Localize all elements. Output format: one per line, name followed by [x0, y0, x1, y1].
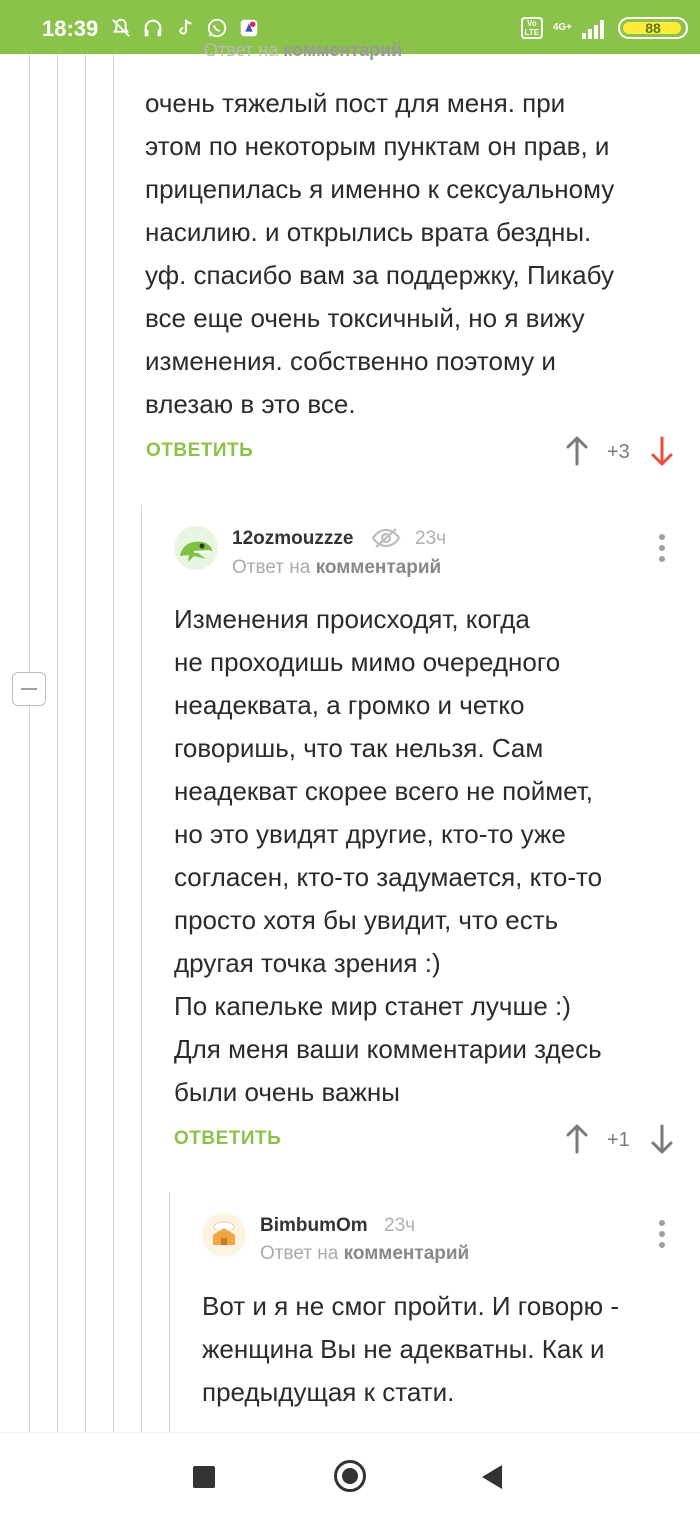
thread-line [85, 54, 86, 1432]
app-icon [240, 19, 258, 37]
reply-to-link[interactable]: комментарий [283, 40, 402, 60]
signal-icon [582, 20, 604, 39]
comment-text: Вот и я не смог пройти. И говорю - женщи… [202, 1291, 620, 1407]
whatsapp-icon [207, 18, 227, 38]
battery-level: 88 [645, 20, 661, 36]
reply-to-label: Ответ на комментарий [204, 40, 403, 60]
more-options-icon[interactable] [658, 1220, 666, 1252]
back-button[interactable] [482, 1465, 502, 1489]
reply-button[interactable]: ОТВЕТИТЬ [174, 1128, 281, 1150]
comment-time: 23ч [384, 1215, 416, 1236]
reply-to-link[interactable]: комментарий [344, 1243, 470, 1264]
comment-text: очень тяжелый пост для меня. при этом по… [145, 88, 615, 419]
volte-icon: Vo LTE [520, 17, 543, 39]
comment-rating: +3 [607, 441, 630, 463]
mute-bell-icon [112, 18, 130, 37]
thread-line [141, 505, 142, 1432]
avatar[interactable] [174, 526, 218, 570]
dinosaur-avatar-icon [174, 526, 218, 570]
clock: 18:39 [42, 16, 99, 41]
comment-time: 23ч [415, 528, 447, 549]
comment-text: Изменения происходят, когда не проходишь… [174, 604, 603, 1107]
hidden-eye-icon [371, 528, 401, 548]
notification-icons [110, 16, 260, 40]
reply-to-link[interactable]: комментарий [316, 557, 442, 578]
headphones-icon [144, 19, 162, 37]
reply-to-label: Ответ на комментарий [232, 557, 442, 578]
network-type: 4G+ [552, 22, 572, 33]
downvote-arrow-icon[interactable] [650, 1124, 674, 1154]
downvote-arrow-icon[interactable] [650, 436, 674, 466]
reply-to-label: Ответ на комментарий [260, 1243, 470, 1264]
more-options-icon[interactable] [658, 534, 666, 566]
upvote-arrow-icon[interactable] [565, 436, 589, 466]
avatar[interactable] [202, 1213, 246, 1257]
reply-button[interactable]: ОТВЕТИТЬ [146, 440, 253, 462]
house-avatar-icon [202, 1213, 246, 1257]
thread-line [57, 54, 58, 1432]
battery-indicator: 88 [618, 17, 688, 39]
system-navigation-bar [0, 1432, 700, 1517]
comment-author[interactable]: BimbumOm [260, 1215, 368, 1237]
collapse-thread-button[interactable] [12, 672, 46, 706]
tiktok-icon [179, 19, 192, 35]
system-indicators: Vo LTE 4G+ 88 [520, 14, 688, 42]
thread-line [169, 1192, 170, 1432]
recent-apps-button[interactable] [193, 1466, 215, 1488]
comment-rating: +1 [607, 1129, 630, 1151]
upvote-arrow-icon[interactable] [565, 1124, 589, 1154]
comment-author[interactable]: 12ozmouzzze [232, 528, 353, 550]
thread-line [29, 54, 30, 1432]
thread-line [113, 54, 114, 1432]
home-button[interactable] [334, 1460, 366, 1492]
